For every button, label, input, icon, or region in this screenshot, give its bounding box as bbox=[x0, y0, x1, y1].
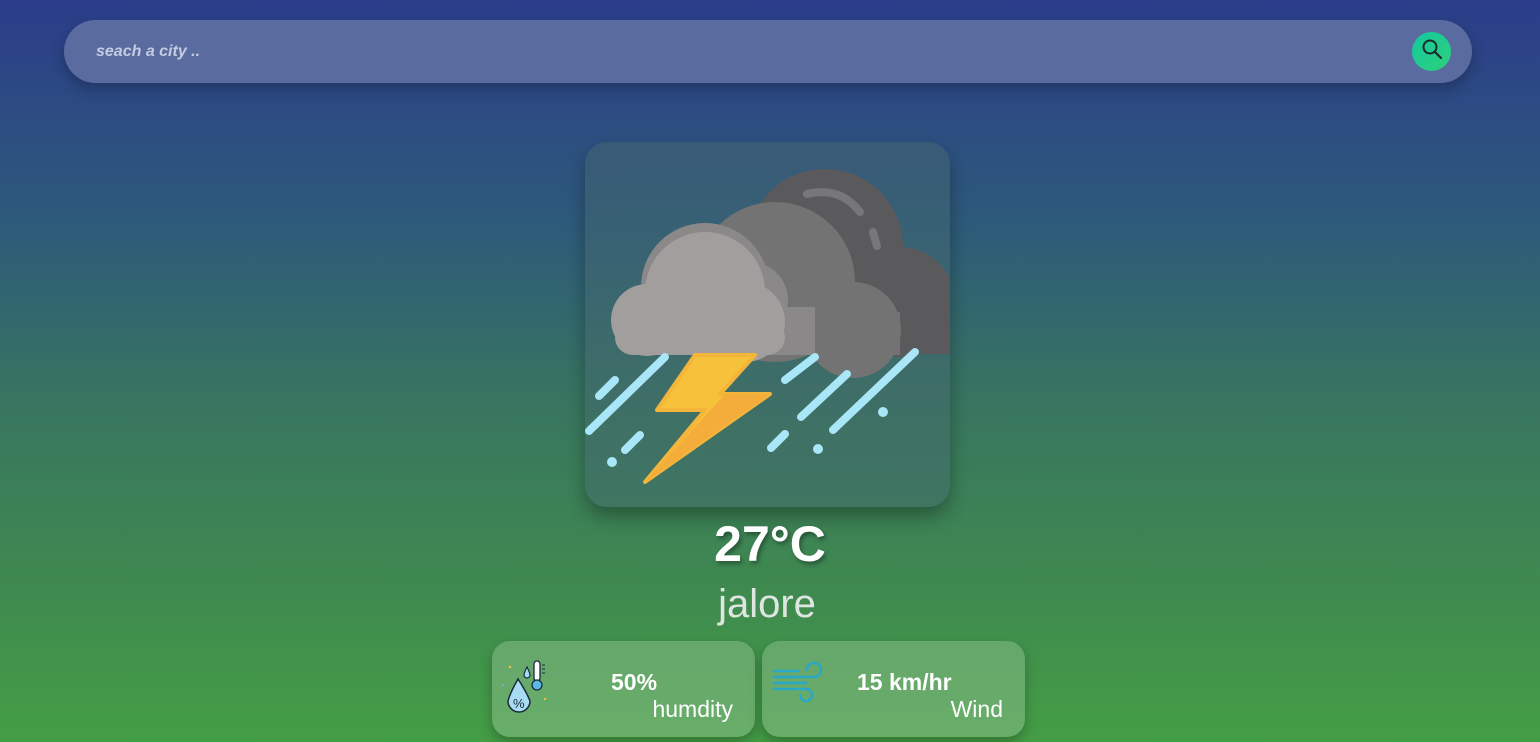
wind-card: 15 km/hr Wind bbox=[762, 641, 1025, 737]
search-button[interactable] bbox=[1412, 32, 1451, 71]
weather-icon-card bbox=[585, 142, 950, 507]
thunderstorm-icon bbox=[585, 169, 950, 484]
wind-icon bbox=[770, 657, 826, 712]
search-icon bbox=[1421, 38, 1443, 65]
wind-value: 15 km/hr bbox=[857, 669, 952, 695]
temperature: 27°C bbox=[714, 516, 826, 572]
humidity-label: humdity bbox=[652, 696, 733, 722]
search-input[interactable] bbox=[94, 20, 1396, 83]
humidity-value: 50% bbox=[611, 669, 658, 695]
svg-text:%: % bbox=[513, 696, 525, 711]
wind-label: Wind bbox=[950, 696, 1003, 722]
humidity-card: % 50% humdity bbox=[492, 641, 755, 737]
humidity-icon: % bbox=[500, 657, 552, 724]
search-bar bbox=[64, 20, 1472, 83]
city-name: jalore bbox=[718, 582, 816, 626]
